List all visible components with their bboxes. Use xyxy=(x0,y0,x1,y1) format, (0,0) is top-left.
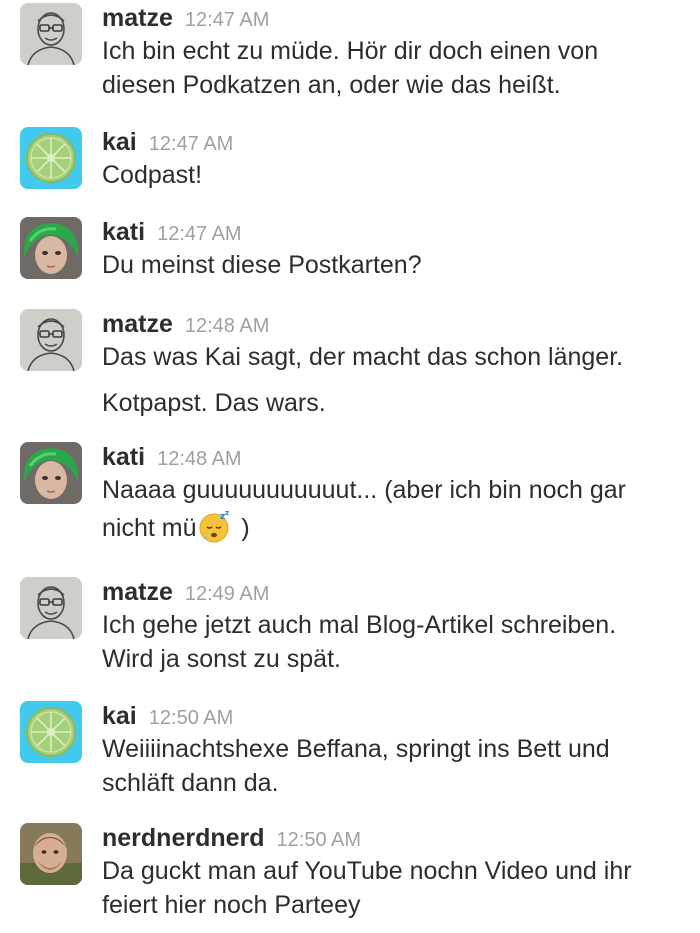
timestamp[interactable]: 12:50 AM xyxy=(149,707,234,729)
message-text: Das was Kai sagt, der macht das schon lä… xyxy=(102,343,624,371)
username[interactable]: kai xyxy=(102,128,137,156)
citrus-slice-avatar[interactable] xyxy=(20,127,82,189)
message-text-followup: Kotpapst. Das wars. xyxy=(102,389,326,417)
sketch-portrait-avatar[interactable] xyxy=(20,577,82,639)
message-text: nicht mü ) xyxy=(102,510,690,545)
timestamp[interactable]: 12:48 AM xyxy=(157,448,242,470)
timestamp[interactable]: 12:48 AM xyxy=(185,315,270,337)
message-text: feiert hier noch Parteey xyxy=(102,891,361,919)
sketch-portrait-avatar[interactable] xyxy=(20,3,82,65)
message-text: Weiiiinachtshexe Beffana, springt ins Be… xyxy=(102,735,610,763)
timestamp[interactable]: 12:47 AM xyxy=(185,9,270,31)
photo-avatar[interactable] xyxy=(20,823,82,885)
citrus-slice-avatar[interactable] xyxy=(20,701,82,763)
message-text: Da guckt man auf YouTube nochn Video und… xyxy=(102,857,632,885)
timestamp[interactable]: 12:47 AM xyxy=(149,133,234,155)
username[interactable]: matze xyxy=(102,4,173,32)
message-text-part: nicht mü xyxy=(102,514,197,542)
green-hair-photo-avatar[interactable] xyxy=(20,442,82,504)
message-text: Naaaa guuuuuuuuuuut... (aber ich bin noc… xyxy=(102,476,626,504)
message-text: Codpast! xyxy=(102,161,203,189)
timestamp[interactable]: 12:47 AM xyxy=(157,223,242,245)
message-text-part: ) xyxy=(234,514,250,542)
timestamp[interactable]: 12:49 AM xyxy=(185,583,270,605)
message-feed: matze 12:47 AM Ich bin echt zu müde. Hör … xyxy=(0,0,700,933)
username[interactable]: nerdnerdnerd xyxy=(102,824,265,852)
green-hair-photo-avatar[interactable] xyxy=(20,217,82,279)
sketch-portrait-avatar[interactable] xyxy=(20,309,82,371)
message-text: Wird ja sonst zu spät. xyxy=(102,645,341,673)
message-text: diesen Podkatzen an, oder wie das heißt. xyxy=(102,71,561,99)
message-text: Du meinst diese Postkarten? xyxy=(102,251,422,279)
username[interactable]: kati xyxy=(102,218,145,246)
sleeping-face-emoji xyxy=(198,510,232,544)
username[interactable]: matze xyxy=(102,310,173,338)
message-text: schläft dann da. xyxy=(102,769,279,797)
message-text: Ich gehe jetzt auch mal Blog-Artikel sch… xyxy=(102,611,617,639)
message-text: Ich bin echt zu müde. Hör dir doch einen… xyxy=(102,37,599,65)
timestamp[interactable]: 12:50 AM xyxy=(277,829,362,851)
username[interactable]: kati xyxy=(102,443,145,471)
username[interactable]: matze xyxy=(102,578,173,606)
username[interactable]: kai xyxy=(102,702,137,730)
